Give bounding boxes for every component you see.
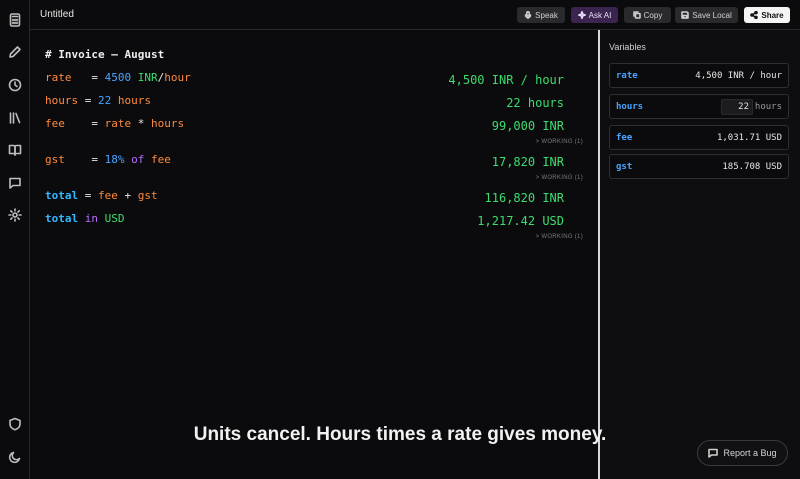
- variable-card-gst[interactable]: gst 185.708 USD: [609, 154, 789, 179]
- fee-line: fee = rate * hours: [45, 117, 184, 130]
- operand: rate: [104, 117, 132, 130]
- speak-label: Speak: [535, 10, 558, 20]
- document-title[interactable]: Untitled: [40, 9, 74, 20]
- copy-icon: [632, 11, 641, 19]
- clock-icon[interactable]: [8, 78, 22, 92]
- rate-line: rate = 4500 INR/hour: [45, 71, 191, 84]
- equals: =: [78, 94, 98, 107]
- ask-ai-button[interactable]: Ask AI: [571, 7, 618, 23]
- unit: hour: [164, 71, 191, 84]
- operand: gst: [137, 189, 158, 202]
- save-icon: [681, 11, 690, 19]
- operand: hours: [151, 117, 185, 130]
- fee-working-toggle[interactable]: > WORKING (1): [536, 139, 583, 145]
- top-bar: Untitled Speak Ask AI Copy Save Local Sh…: [30, 0, 800, 30]
- save-local-label: Save Local: [692, 10, 732, 20]
- variable-unit: hours: [754, 102, 782, 112]
- var-name: total: [45, 189, 79, 202]
- var-name: rate: [45, 71, 72, 84]
- var-name: gst: [45, 153, 65, 166]
- gst-line: gst = 18% of fee: [45, 153, 171, 166]
- copy-label: Copy: [643, 10, 663, 20]
- library-icon[interactable]: [8, 111, 22, 125]
- keyword: of: [124, 153, 151, 166]
- variable-card-fee[interactable]: fee 1,031.71 USD: [609, 125, 789, 150]
- total-result: 116,820 INR: [484, 191, 564, 205]
- hours-result: 22 hours: [506, 96, 564, 110]
- variable-value: 185.708 USD: [722, 162, 782, 172]
- chat-icon[interactable]: [8, 176, 22, 190]
- book-icon[interactable]: [8, 143, 22, 157]
- number: 4500: [104, 71, 132, 84]
- variable-name: gst: [616, 162, 633, 172]
- report-bug-button[interactable]: Report a Bug: [697, 440, 788, 466]
- heading-line: # Invoice — August: [45, 48, 165, 61]
- operator: +: [117, 189, 138, 202]
- variables-title: Variables: [609, 42, 646, 52]
- caption-subtitle: Units cancel. Hours times a rate gives m…: [193, 424, 607, 445]
- var-name: hours: [45, 94, 79, 107]
- operand: fee: [98, 189, 118, 202]
- variable-name: hours: [616, 102, 644, 112]
- variable-name: fee: [616, 133, 633, 143]
- gst-working-toggle[interactable]: > WORKING (1): [536, 175, 583, 181]
- sparkle-icon: [577, 11, 586, 19]
- number: 18%: [104, 153, 125, 166]
- moon-icon[interactable]: [8, 450, 22, 464]
- variable-value: 1,031.71 USD: [716, 133, 782, 143]
- total-usd-result: 1,217.42 USD: [477, 214, 564, 228]
- share-label: Share: [761, 10, 784, 20]
- unit: USD: [104, 212, 125, 225]
- rate-result: 4,500 INR / hour: [448, 73, 564, 87]
- microphone-icon: [524, 11, 532, 19]
- var-name: fee: [45, 117, 65, 130]
- keyword: in: [78, 212, 105, 225]
- equals: =: [84, 117, 105, 130]
- total-usd-line: total in USD: [45, 212, 125, 225]
- editor[interactable]: # Invoice — August rate = 4500 INR/hour …: [30, 31, 598, 479]
- operator: *: [131, 117, 151, 130]
- unit: hours: [111, 94, 151, 107]
- gst-result: 17,820 INR: [491, 155, 564, 169]
- message-icon: [708, 448, 719, 458]
- share-button[interactable]: Share: [744, 7, 790, 23]
- equals: =: [78, 189, 98, 202]
- hours-value-input[interactable]: [721, 99, 753, 115]
- report-bug-label: Report a Bug: [723, 448, 777, 458]
- equals: =: [84, 153, 105, 166]
- ask-ai-label: Ask AI: [588, 10, 612, 20]
- variable-name: rate: [616, 71, 638, 81]
- number: 22: [98, 94, 112, 107]
- fee-result: 99,000 INR: [491, 119, 564, 133]
- variable-value: 4,500 INR / hour: [695, 71, 782, 81]
- operand: fee: [151, 153, 171, 166]
- share-icon: [750, 11, 759, 19]
- pencil-icon[interactable]: [8, 45, 22, 59]
- variable-card-hours[interactable]: hours hours: [609, 94, 789, 119]
- equals: =: [84, 71, 105, 84]
- unit: INR: [131, 71, 158, 84]
- hours-line: hours = 22 hours: [45, 94, 151, 107]
- total-usd-working-toggle[interactable]: > WORKING (1): [536, 234, 583, 240]
- var-name: total: [45, 212, 79, 225]
- save-local-button[interactable]: Save Local: [675, 7, 738, 23]
- calculator-icon[interactable]: [8, 13, 22, 27]
- gear-icon[interactable]: [8, 208, 22, 222]
- left-rail: [0, 0, 30, 479]
- total-line: total = fee + gst: [45, 189, 158, 202]
- variable-card-rate[interactable]: rate 4,500 INR / hour: [609, 63, 789, 88]
- speak-button[interactable]: Speak: [517, 7, 565, 23]
- variables-panel: Variables rate 4,500 INR / hour hours ho…: [600, 31, 800, 479]
- copy-button[interactable]: Copy: [624, 7, 671, 23]
